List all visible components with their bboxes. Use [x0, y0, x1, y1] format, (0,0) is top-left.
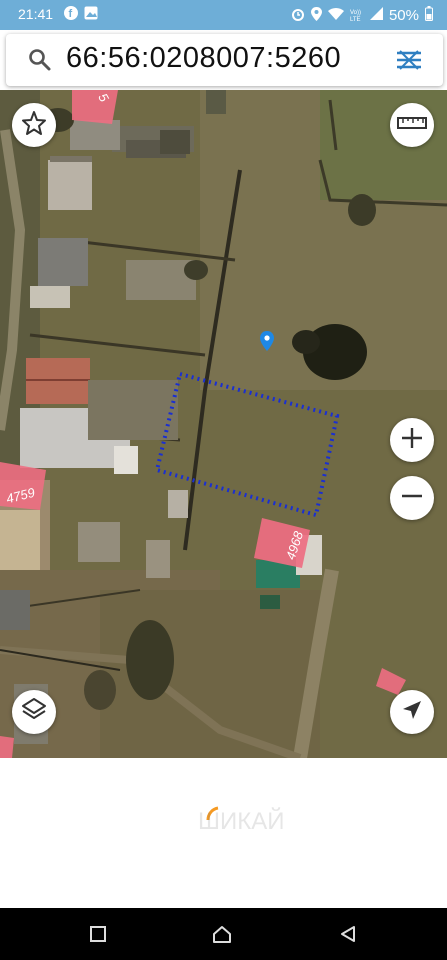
back-icon[interactable]: [336, 922, 360, 946]
search-input[interactable]: 66:56:0208007:5260: [66, 42, 341, 75]
watermark-text: ШИКАЙ: [198, 808, 285, 835]
ruler-icon: [397, 115, 427, 135]
map-imagery: [0, 90, 447, 758]
zoom-out-button[interactable]: [390, 476, 434, 520]
recent-apps-icon[interactable]: [86, 922, 110, 946]
home-icon[interactable]: [210, 922, 234, 946]
status-time: 21:41: [18, 6, 54, 22]
favorite-button[interactable]: [12, 103, 56, 147]
plus-icon: [400, 426, 424, 454]
battery-percent: 50%: [388, 7, 419, 24]
my-location-button[interactable]: [390, 690, 434, 734]
search-icon[interactable]: [28, 48, 52, 76]
battery-icon: [425, 6, 433, 25]
svg-text:Vo)): Vo)): [350, 10, 361, 16]
search-bar[interactable]: 66:56:0208007:5260: [6, 34, 443, 86]
alarm-icon: [291, 7, 305, 25]
status-right: Vo)) LTE 50%: [291, 6, 433, 25]
minus-icon: [400, 484, 424, 512]
parcel-bottom-left: [0, 736, 14, 758]
volte-icon: Vo)) LTE: [350, 7, 364, 25]
layers-button[interactable]: [12, 690, 56, 734]
system-navigation-bar: [0, 908, 447, 960]
ruler-button[interactable]: [390, 103, 434, 147]
satellite-map[interactable]: 5 4759 4968: [0, 90, 447, 758]
svg-text:LTE: LTE: [350, 17, 361, 21]
navigation-arrow-icon: [401, 699, 423, 725]
gallery-icon: [84, 6, 98, 24]
wifi-icon: [327, 7, 344, 24]
location-icon: [310, 6, 322, 25]
facebook-icon: f: [64, 6, 78, 24]
layers-icon: [20, 696, 48, 728]
star-icon: [21, 110, 47, 140]
signal-icon: [369, 7, 383, 24]
zoom-in-button[interactable]: [390, 418, 434, 462]
map-layers-toggle-icon[interactable]: [395, 48, 423, 76]
status-bar: 21:41 f Vo)) LTE 50%: [0, 0, 447, 30]
bottom-panel: ШИКАЙ: [0, 758, 447, 908]
svg-text:f: f: [69, 8, 73, 20]
